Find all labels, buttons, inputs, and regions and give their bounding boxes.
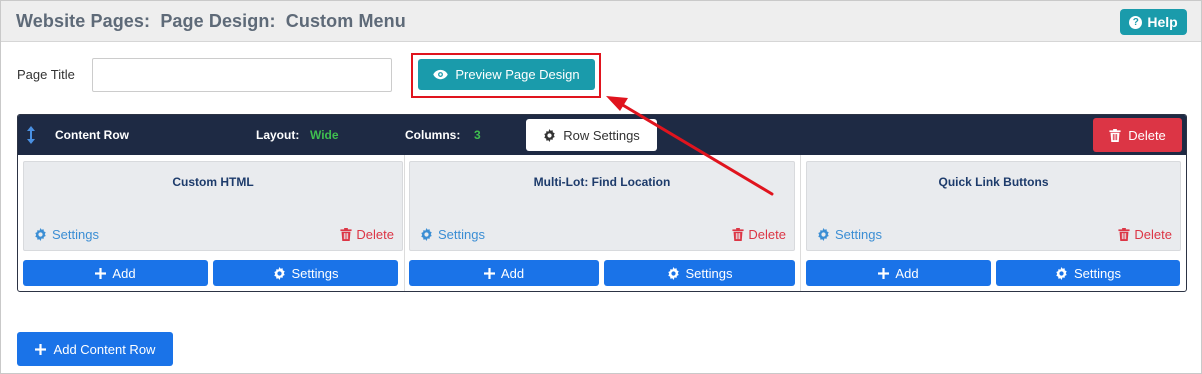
plus-icon: [878, 267, 890, 279]
widget-delete-link[interactable]: Delete: [732, 227, 786, 242]
column-settings-button[interactable]: Settings: [213, 260, 398, 286]
column-settings-label: Settings: [1074, 265, 1121, 281]
row-delete-button[interactable]: Delete: [1093, 118, 1182, 152]
columns-value: 3: [474, 128, 481, 142]
gear-icon: [421, 228, 432, 241]
widget-delete-link[interactable]: Delete: [1118, 227, 1172, 242]
help-button[interactable]: ? Help: [1120, 9, 1187, 35]
add-widget-label: Add: [895, 265, 919, 281]
drag-handle-icon[interactable]: [24, 125, 38, 145]
widget-delete-label: Delete: [356, 227, 394, 242]
widget-delete-label: Delete: [1134, 227, 1172, 242]
column-3: Quick Link Buttons Settings Delete Add S…: [801, 155, 1186, 291]
content-row-toolbar: Content Row Layout: Wide Columns: 3 Row …: [18, 115, 1186, 155]
widget-settings-label: Settings: [835, 227, 882, 242]
widget-title: Quick Link Buttons: [938, 175, 1049, 189]
trash-icon: [1109, 128, 1121, 142]
widget-settings-label: Settings: [438, 227, 485, 242]
trash-icon: [732, 228, 744, 241]
page-title-input[interactable]: [92, 58, 392, 92]
annotation-highlight-box: [411, 53, 601, 98]
column-1: Custom HTML Settings Delete Add Settings: [18, 155, 404, 291]
add-widget-label: Add: [500, 265, 525, 281]
column-settings-label: Settings: [685, 265, 733, 281]
gear-icon: [1056, 266, 1067, 280]
plus-icon: [483, 267, 495, 279]
page-header: Website Pages: Page Design: Custom Menu …: [1, 1, 1201, 42]
content-row-panel: Content Row Layout: Wide Columns: 3 Row …: [17, 114, 1187, 292]
trash-icon: [1118, 228, 1130, 241]
widget-delete-label: Delete: [748, 227, 786, 242]
page: Website Pages: Page Design: Custom Menu …: [0, 0, 1202, 374]
widget-settings-link[interactable]: Settings: [34, 227, 99, 242]
widget-delete-link[interactable]: Delete: [340, 227, 394, 242]
gear-icon: [35, 228, 46, 241]
add-content-row-button[interactable]: Add Content Row: [17, 332, 173, 366]
add-widget-button[interactable]: Add: [409, 260, 599, 286]
columns-label: Columns:: [405, 128, 461, 142]
widget-settings-link[interactable]: Settings: [420, 227, 485, 242]
question-circle-icon: ?: [1129, 15, 1143, 29]
page-title: Website Pages: Page Design: Custom Menu: [16, 11, 406, 31]
widget-title: Multi-Lot: Find Location: [533, 175, 671, 189]
trash-icon: [340, 228, 352, 241]
widget-card: Custom HTML Settings Delete: [23, 161, 403, 251]
add-widget-button[interactable]: Add: [23, 260, 208, 286]
content-row-label: Content Row: [55, 128, 129, 142]
row-settings-label: Row Settings: [563, 127, 640, 143]
add-widget-button[interactable]: Add: [806, 260, 991, 286]
layout-value: Wide: [310, 128, 339, 142]
column-2: Multi-Lot: Find Location Settings Delete…: [405, 155, 800, 291]
page-title-label: Page Title: [17, 67, 75, 82]
widget-title: Custom HTML: [172, 175, 254, 189]
gear-icon: [818, 228, 829, 241]
column-settings-button[interactable]: Settings: [996, 260, 1180, 286]
row-delete-label: Delete: [1128, 127, 1166, 143]
row-settings-button[interactable]: Row Settings: [526, 119, 657, 151]
gear-icon: [667, 266, 679, 280]
add-widget-label: Add: [112, 265, 136, 281]
plus-icon: [95, 267, 107, 279]
widget-settings-link[interactable]: Settings: [817, 227, 882, 242]
column-settings-label: Settings: [291, 265, 339, 281]
layout-label: Layout:: [256, 128, 300, 142]
widget-card: Multi-Lot: Find Location Settings Delete: [409, 161, 795, 251]
add-content-row-label: Add Content Row: [53, 341, 156, 357]
plus-icon: [34, 343, 46, 355]
widget-card: Quick Link Buttons Settings Delete: [806, 161, 1181, 251]
gear-icon: [543, 128, 556, 142]
column-settings-button[interactable]: Settings: [604, 260, 795, 286]
help-button-label: Help: [1147, 14, 1178, 30]
gear-icon: [273, 266, 285, 280]
widget-settings-label: Settings: [52, 227, 99, 242]
